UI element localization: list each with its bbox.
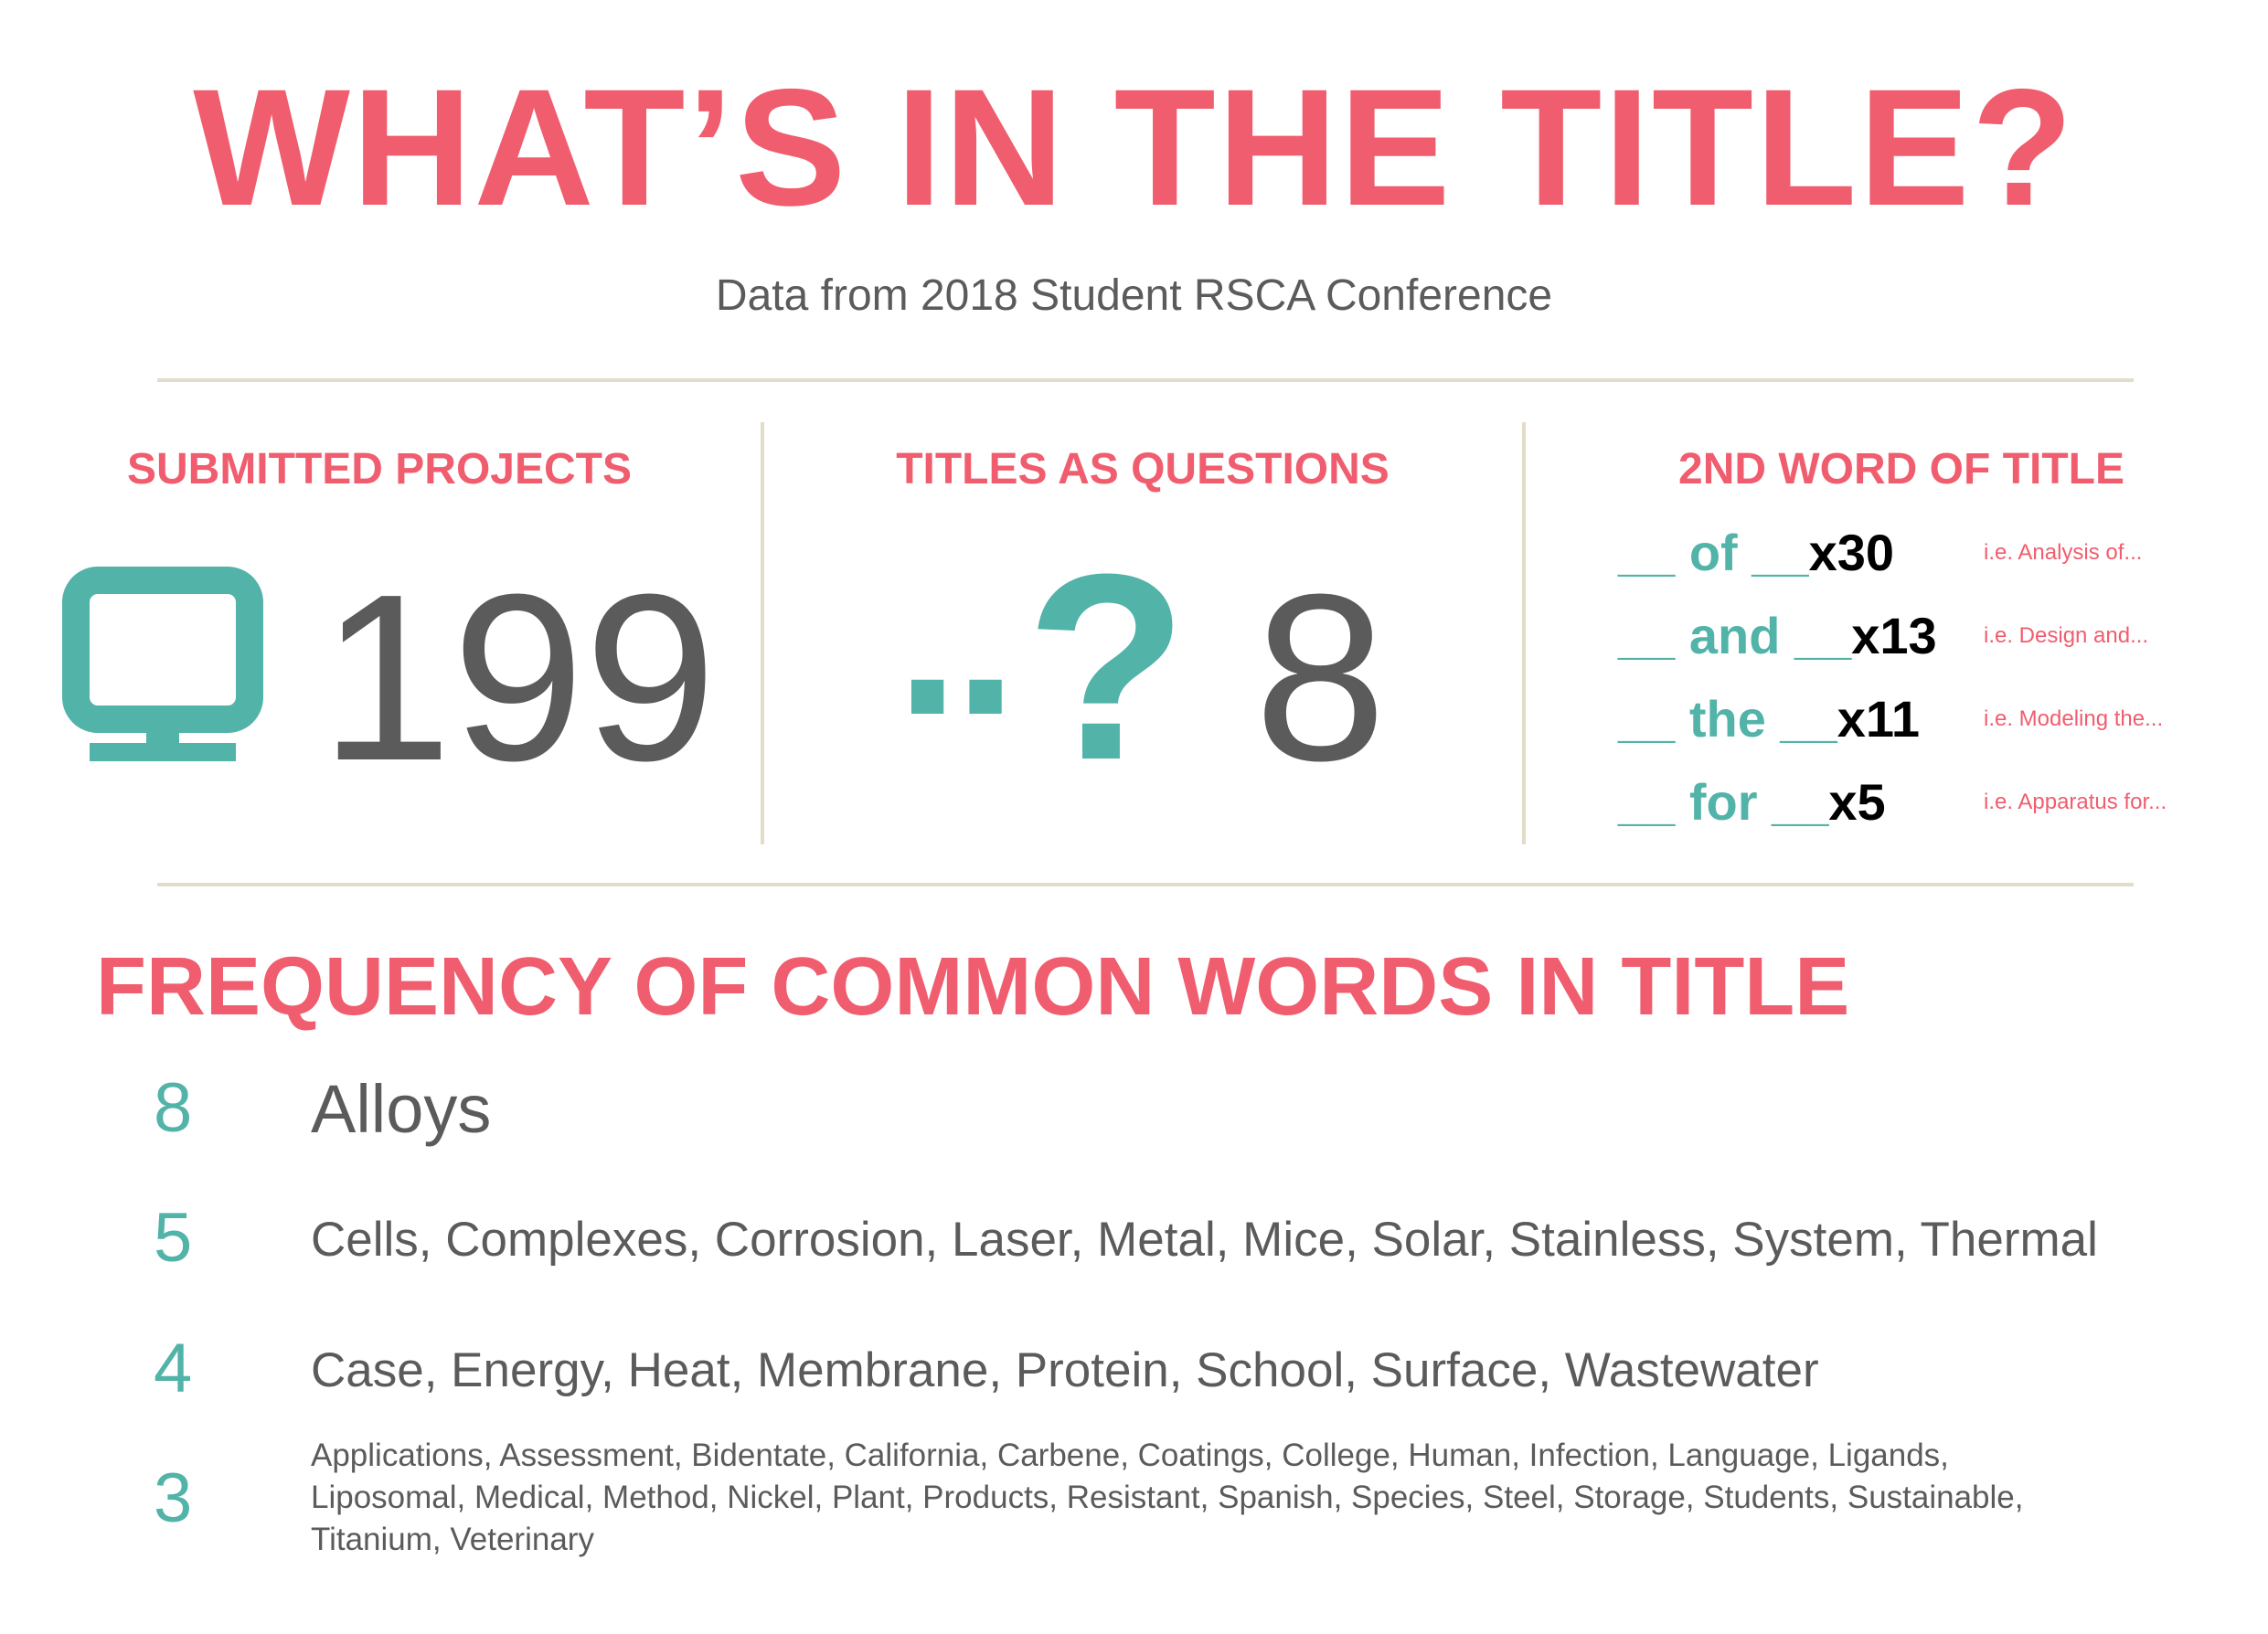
frequency-words: Alloys bbox=[311, 1071, 492, 1147]
second-word-count: x30 bbox=[1808, 524, 1894, 581]
submitted-projects-heading: SUBMITTED PROJECTS bbox=[126, 445, 633, 493]
second-word-pattern: __ the __ bbox=[1618, 690, 1837, 748]
frequency-count: 8 bbox=[154, 1069, 193, 1147]
page-subtitle: Data from 2018 Student RSCA Conference bbox=[715, 271, 1553, 320]
second-word-pattern: __ and __ bbox=[1618, 607, 1852, 664]
second-word-count: x5 bbox=[1828, 773, 1886, 831]
second-word-row: __ and __x13 i.e. Design and... bbox=[1618, 604, 2258, 668]
frequency-words: Cells, Complexes, Corrosion, Laser, Meta… bbox=[311, 1213, 2098, 1267]
frequency-words: Applications, Assessment, Bidentate, Cal… bbox=[311, 1438, 2024, 1557]
page-title: WHAT’S IN THE TITLE? bbox=[193, 54, 2075, 240]
second-word-pattern: __ for __ bbox=[1618, 773, 1829, 831]
second-word-example: i.e. Analysis of... bbox=[1984, 540, 2143, 565]
infographic: WHAT’S IN THE TITLE? Data from 2018 Stud… bbox=[0, 0, 2268, 1634]
middle-divider bbox=[157, 883, 2134, 886]
monitor-icon bbox=[62, 567, 263, 761]
second-word-row: __ of __x30 i.e. Analysis of... bbox=[1618, 521, 2258, 585]
frequency-count: 4 bbox=[154, 1330, 193, 1407]
second-word-example: i.e. Apparatus for... bbox=[1984, 790, 2167, 814]
question-mark-icon: ? bbox=[1026, 519, 1188, 815]
second-word-count: x11 bbox=[1837, 690, 1921, 748]
frequency-count: 3 bbox=[154, 1459, 193, 1537]
frequency-heading: FREQUENCY OF COMMON WORDS IN TITLE bbox=[96, 941, 1850, 1033]
frequency-count: 5 bbox=[154, 1199, 193, 1277]
second-word-heading: 2ND WORD OF TITLE bbox=[1678, 445, 2124, 493]
top-divider bbox=[157, 378, 2134, 382]
second-word-pattern: __ of __ bbox=[1618, 524, 1809, 581]
frequency-words: Case, Energy, Heat, Membrane, Protein, S… bbox=[311, 1343, 1819, 1397]
submitted-projects-count: 199 bbox=[320, 546, 717, 811]
second-word-row: __ for __x5 i.e. Apparatus for... bbox=[1618, 770, 2258, 834]
titles-as-questions-heading: TITLES AS QUESTIONS bbox=[896, 445, 1390, 493]
titles-as-questions-count: 8 bbox=[1254, 546, 1387, 811]
second-word-example: i.e. Design and... bbox=[1984, 623, 2149, 648]
ellipsis-icon: .. bbox=[896, 507, 1017, 762]
second-word-example: i.e. Modeling the... bbox=[1984, 706, 2164, 731]
second-word-count: x13 bbox=[1851, 607, 1937, 664]
second-word-row: __ the __x11 i.e. Modeling the... bbox=[1618, 687, 2258, 751]
column-divider-2 bbox=[1522, 422, 1526, 844]
column-divider-1 bbox=[761, 422, 764, 844]
